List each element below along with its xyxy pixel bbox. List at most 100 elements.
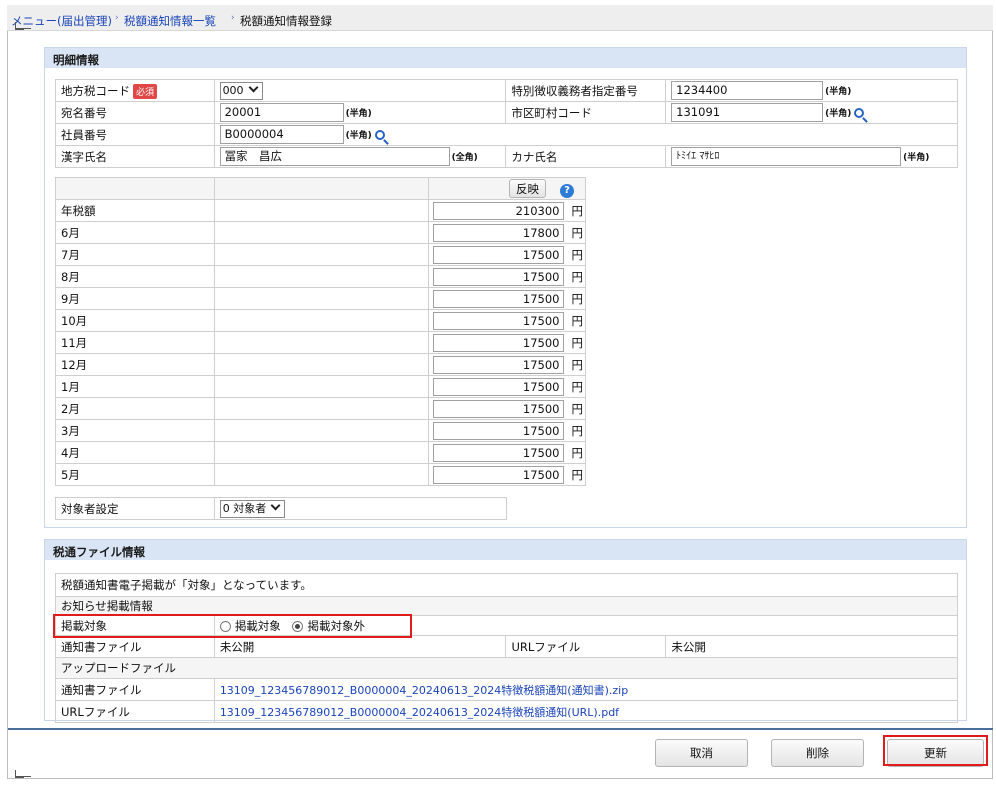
monthly-row: 3月 17500 円 [55, 419, 586, 442]
kanji-name-input[interactable]: 冨家 昌広 [219, 147, 450, 166]
search-icon[interactable] [854, 107, 865, 118]
monthly-amount-input[interactable]: 17500 [432, 311, 564, 330]
monthly-tax-table: 反映? 年税額 210300 円 6月 17800 円 7月 17500 円 8月 17500 円 9月… [55, 177, 586, 486]
monthly-row: 8月 17500 円 [55, 265, 586, 288]
monthly-amount-cell: 17800 円 [428, 221, 586, 244]
help-icon[interactable]: ? [560, 184, 574, 198]
currency-label: 円 [571, 313, 584, 328]
target-table: 対象者設定 0 対象者 [55, 497, 508, 520]
chevron-down-icon [248, 82, 259, 92]
currency-label: 円 [571, 225, 584, 240]
currency-label: 円 [571, 291, 584, 306]
monthly-amount-input[interactable]: 17500 [432, 245, 564, 264]
monthly-row: 11月 17500 円 [55, 331, 586, 354]
url-file-status: 未公開 [665, 635, 958, 658]
update-highlight-box [883, 735, 988, 766]
upload-notice-link[interactable]: 13109_123456789012_B0000004_20240613_202… [220, 684, 628, 697]
reflect-button[interactable]: 反映 [509, 179, 546, 198]
cancel-button[interactable]: 取消 [655, 739, 748, 767]
month-label: 年税額 [55, 199, 215, 222]
monthly-row: 9月 17500 円 [55, 287, 586, 310]
address-no-label: 宛名番号 [55, 101, 215, 124]
monthly-amount-cell: 17500 円 [428, 309, 586, 332]
monthly-blank-cell [213, 375, 430, 398]
month-label: 6月 [55, 221, 215, 244]
city-code-label: 市区町村コード [505, 101, 667, 124]
chevron-down-icon [270, 500, 281, 510]
monthly-amount-input[interactable]: 17500 [432, 289, 564, 308]
monthly-amount-cell: 17500 円 [428, 463, 586, 486]
monthly-amount-input[interactable]: 17500 [432, 333, 564, 352]
notice-file-label: 通知書ファイル [55, 635, 215, 658]
month-label: 3月 [55, 419, 215, 442]
file-info-title: 税通ファイル情報 [45, 540, 966, 560]
monthly-blank-cell [213, 397, 430, 420]
half-width-hint: (半角) [903, 153, 930, 163]
publish-highlight-box [53, 614, 412, 638]
monthly-row: 2月 17500 円 [55, 397, 586, 420]
monthly-amount-input[interactable]: 17500 [432, 443, 564, 462]
currency-label: 円 [571, 423, 584, 438]
month-label: 10月 [55, 309, 215, 332]
monthly-blank-cell [213, 463, 430, 486]
address-no-input[interactable]: 20001 [219, 103, 344, 122]
back-icon[interactable] [15, 770, 31, 780]
designation-input[interactable]: 1234400 [671, 81, 824, 100]
currency-label: 円 [571, 269, 584, 284]
breadcrumb-separator-icon: › [115, 13, 119, 23]
monthly-amount-cell: 17500 円 [428, 265, 586, 288]
monthly-amount-cell: 17500 円 [428, 287, 586, 310]
half-width-hint: (半角) [825, 109, 852, 119]
target-label: 対象者設定 [55, 497, 215, 520]
monthly-amount-input[interactable]: 17500 [432, 355, 564, 374]
monthly-blank-cell [213, 419, 430, 442]
monthly-amount-input[interactable]: 210300 [432, 201, 564, 220]
currency-label: 円 [571, 357, 584, 372]
monthly-blank-cell [213, 331, 430, 354]
monthly-amount-cell: 17500 円 [428, 441, 586, 464]
month-label: 1月 [55, 375, 215, 398]
kana-name-input[interactable]: ﾄﾐｲｴ ﾏｻﾋﾛ [671, 147, 902, 166]
month-label: 12月 [55, 353, 215, 376]
monthly-amount-cell: 17500 円 [428, 353, 586, 376]
monthly-blank-cell [213, 265, 430, 288]
monthly-amount-input[interactable]: 17500 [432, 465, 564, 484]
notice-header: お知らせ掲載情報 [55, 596, 958, 616]
breadcrumb: メニュー(届出管理) › 税額通知情報一覧 › 税額通知情報登録 [7, 5, 993, 31]
upload-url-link[interactable]: 13109_123456789012_B0000004_20240613_202… [220, 706, 619, 719]
notice-file-status: 未公開 [213, 635, 507, 658]
half-width-hint: (半角) [345, 109, 372, 119]
detail-panel-title: 明細情報 [45, 48, 966, 68]
monthly-amount-cell: 17500 円 [428, 331, 586, 354]
city-code-input[interactable]: 131091 [671, 103, 824, 122]
search-icon[interactable] [374, 129, 385, 140]
full-width-hint: (全角) [451, 153, 478, 163]
monthly-row: 6月 17800 円 [55, 221, 586, 244]
monthly-amount-input[interactable]: 17500 [432, 421, 564, 440]
monthly-amount-cell: 210300 円 [428, 199, 586, 222]
monthly-amount-input[interactable]: 17500 [432, 377, 564, 396]
footer-divider [8, 728, 993, 730]
month-label: 7月 [55, 243, 215, 266]
currency-label: 円 [571, 203, 584, 218]
breadcrumb-list[interactable]: 税額通知情報一覧 [124, 13, 216, 29]
delete-button[interactable]: 削除 [771, 739, 864, 767]
currency-label: 円 [571, 445, 584, 460]
currency-label: 円 [571, 467, 584, 482]
monthly-blank-cell [213, 441, 430, 464]
employee-no-input[interactable]: B0000004 [219, 125, 344, 144]
monthly-blank-cell [213, 287, 430, 310]
currency-label: 円 [571, 247, 584, 262]
monthly-blank-cell [213, 199, 430, 222]
monthly-row: 1月 17500 円 [55, 375, 586, 398]
monthly-blank-cell [213, 221, 430, 244]
monthly-amount-input[interactable]: 17500 [432, 399, 564, 418]
monthly-amount-input[interactable]: 17500 [432, 267, 564, 286]
monthly-blank-cell [213, 353, 430, 376]
tax-code-select[interactable]: 000 [219, 81, 263, 100]
half-width-hint: (半角) [345, 131, 372, 141]
monthly-amount-input[interactable]: 17800 [432, 223, 564, 242]
breadcrumb-current: 税額通知情報登録 [240, 14, 332, 28]
target-select[interactable]: 0 対象者 [219, 499, 286, 518]
currency-label: 円 [571, 401, 584, 416]
